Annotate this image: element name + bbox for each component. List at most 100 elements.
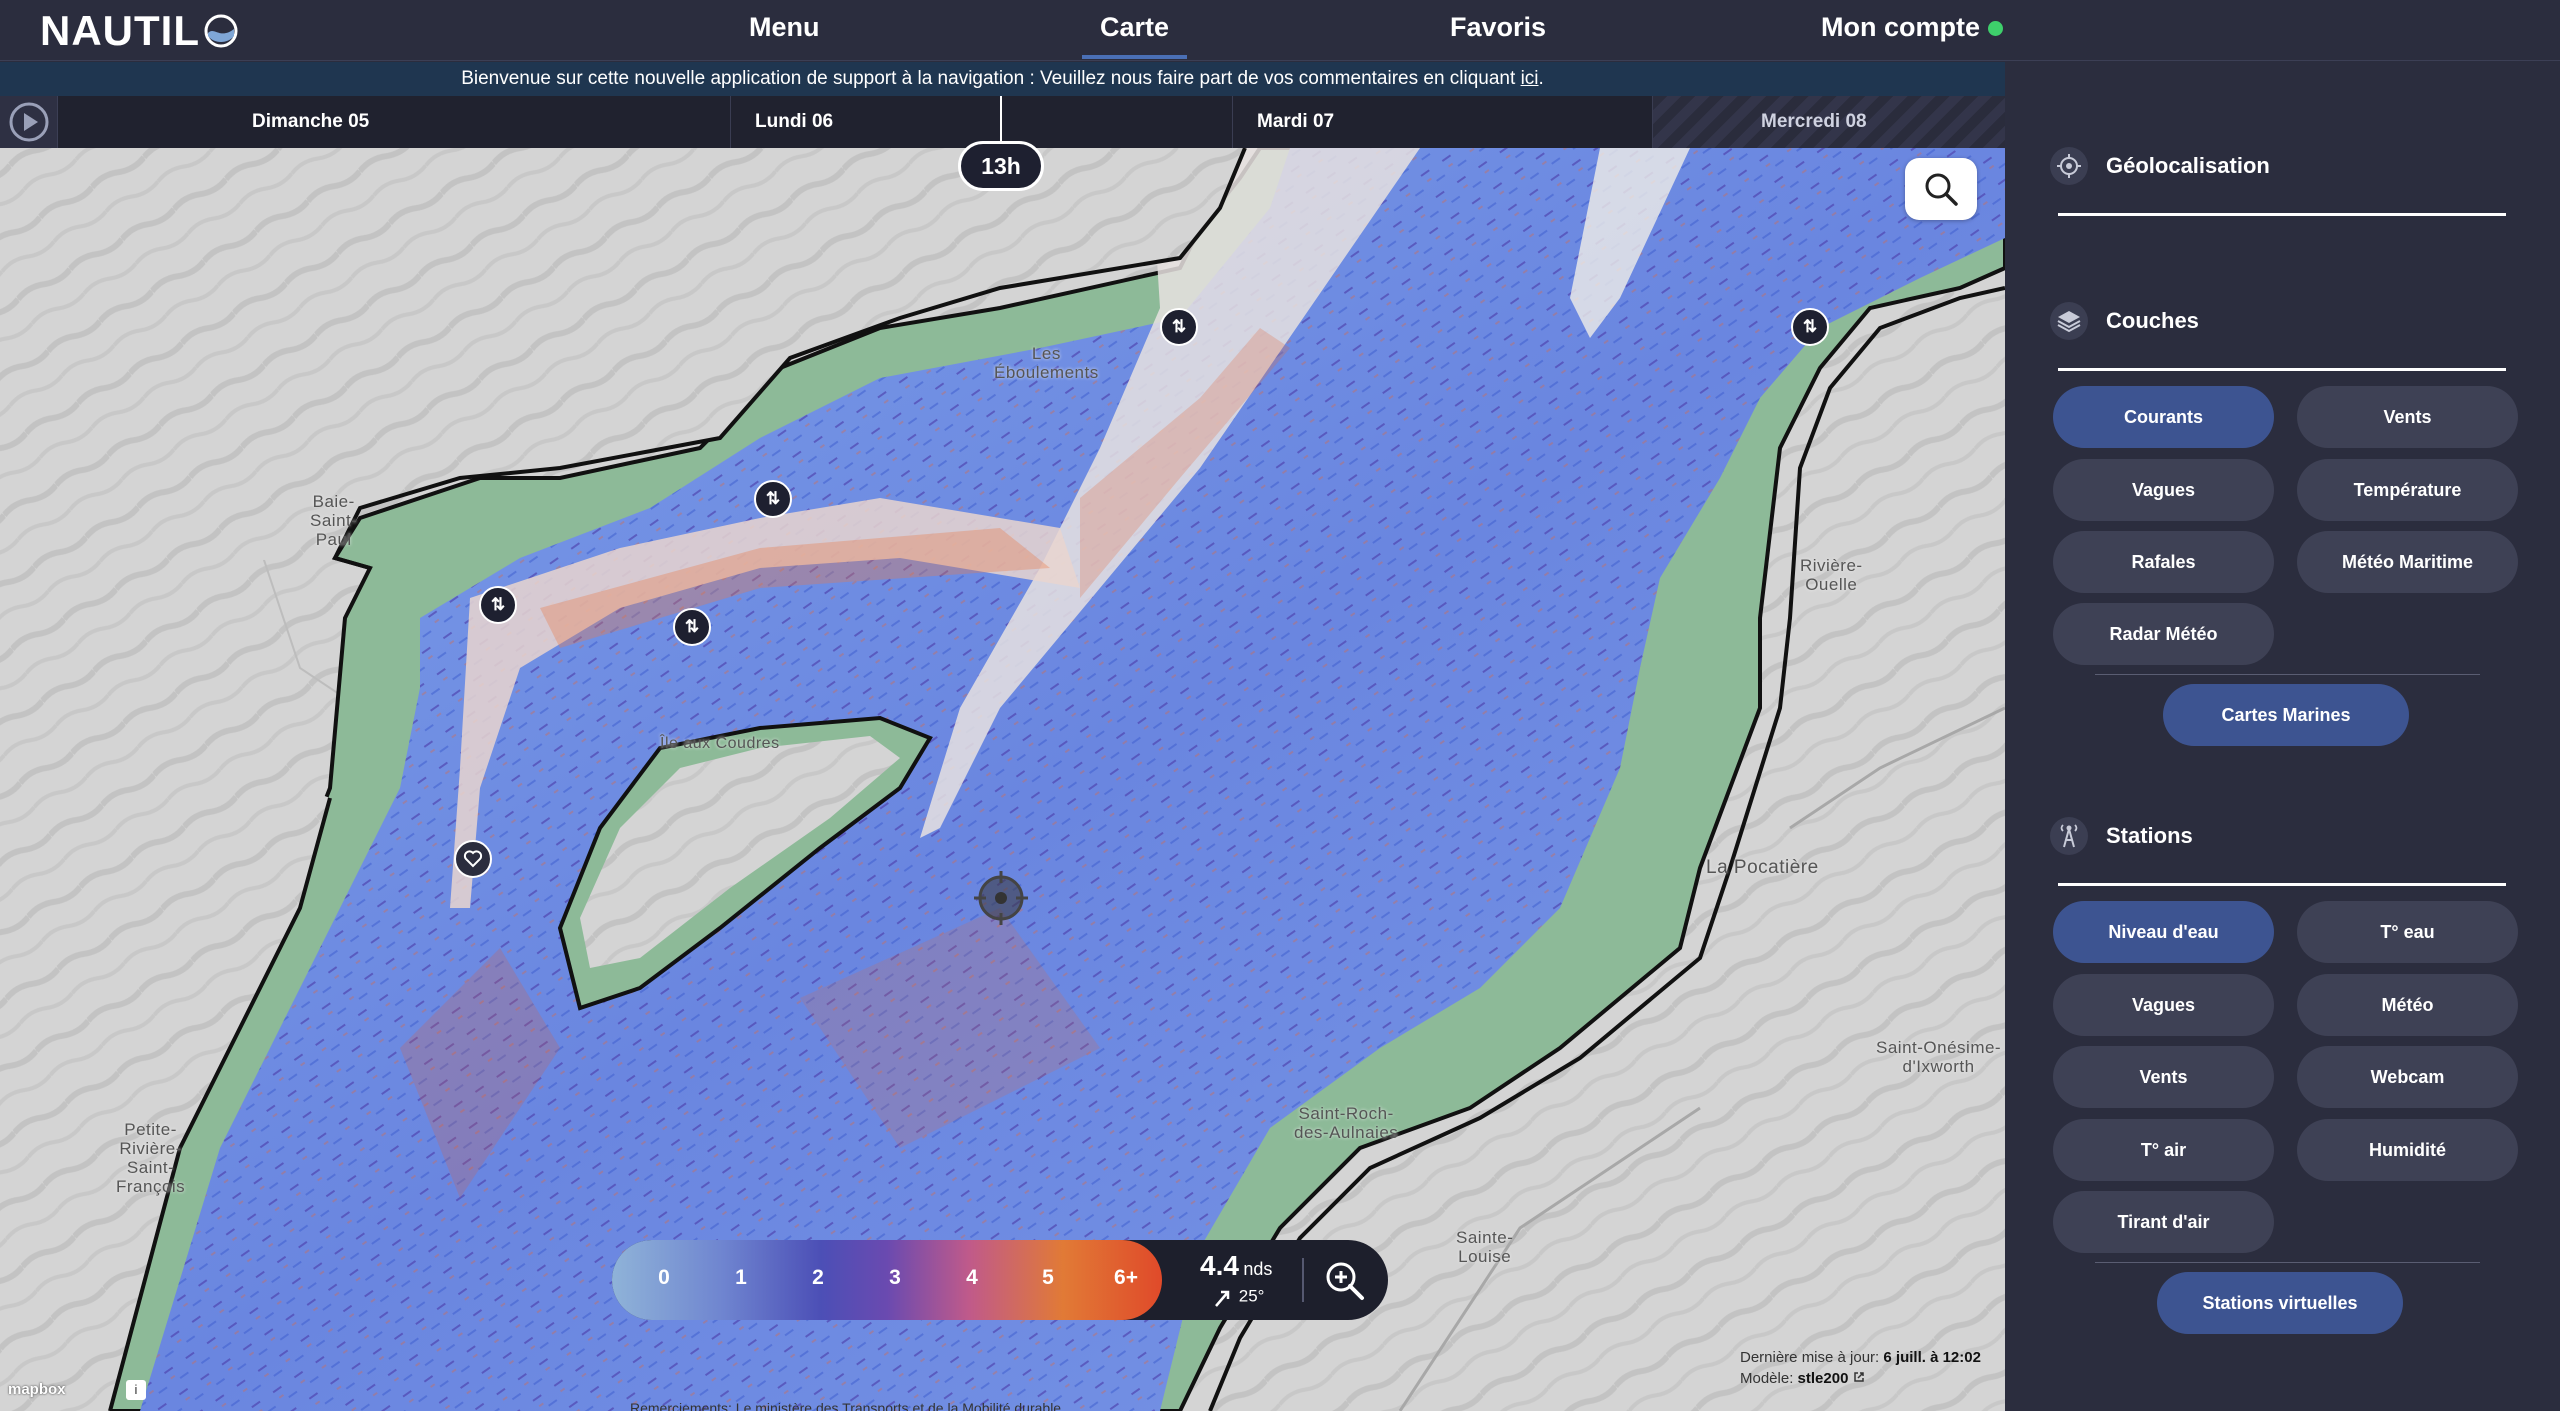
current-direction-value: 25°: [1238, 1286, 1265, 1306]
legend-value: 3: [889, 1266, 901, 1289]
station-tirant-air-button[interactable]: Tirant d'air: [2053, 1191, 2274, 1253]
place-sainte-louise: Sainte- Louise: [1456, 1228, 1514, 1266]
announcement-banner: Bienvenue sur cette nouvelle application…: [0, 62, 2005, 96]
online-status-dot: [1988, 21, 2003, 37]
stations-section-header: Stations: [2050, 817, 2193, 855]
tide-station-marker[interactable]: ⇅: [1791, 308, 1829, 346]
section-divider: [2058, 883, 2506, 886]
announcement-link[interactable]: ici: [1521, 68, 1539, 89]
last-update-value: 6 juill. à 12:02: [1883, 1349, 1981, 1366]
tide-station-marker[interactable]: ⇅: [479, 586, 517, 624]
current-direction: 25°: [1212, 1286, 1264, 1308]
current-speed-readout: 4.4 nds: [1200, 1250, 1272, 1282]
side-panel: Géolocalisation Couches Courants Vents V…: [2005, 62, 2560, 1411]
nav-favoris[interactable]: Favoris: [1450, 12, 1546, 55]
legend-value: 5: [1042, 1266, 1054, 1289]
nav-carte[interactable]: Carte: [1082, 12, 1188, 59]
section-divider: [2058, 213, 2506, 216]
announcement-text: Bienvenue sur cette nouvelle application…: [461, 68, 1521, 89]
crosshair-icon[interactable]: [974, 871, 1028, 925]
layer-vagues-button[interactable]: Vagues: [2053, 459, 2274, 521]
nav-mon-compte[interactable]: Mon compte: [1821, 12, 2003, 55]
model-value[interactable]: stle200: [1798, 1370, 1849, 1387]
model-label: Modèle:: [1740, 1370, 1794, 1387]
legend-separator: [1302, 1258, 1304, 1302]
favorite-marker[interactable]: [454, 840, 492, 878]
logo-wave-icon: [204, 14, 238, 48]
legend-value: 6+: [1114, 1266, 1138, 1289]
tide-weather-station-marker[interactable]: ⇅: [754, 480, 792, 518]
current-speed-unit: nds: [1243, 1259, 1273, 1279]
layer-temperature-button[interactable]: Température: [2297, 459, 2518, 521]
nav-mon-compte-label: Mon compte: [1821, 12, 1980, 42]
station-temp-air-button[interactable]: T° air: [2053, 1119, 2274, 1181]
station-meteo-button[interactable]: Météo: [2297, 974, 2518, 1036]
zoom-in-button[interactable]: [1318, 1254, 1370, 1306]
attribution-info-button[interactable]: i: [126, 1380, 146, 1400]
geolocation-section-header[interactable]: Géolocalisation: [2050, 147, 2270, 185]
current-speed-legend: 0 1 2 3 4 5 6+ 4.4 nds 25°: [612, 1240, 1388, 1320]
timeline-day-1[interactable]: Dimanche 05: [228, 96, 730, 148]
place-petite-riviere: Petite- Rivière- Saint- François: [116, 1120, 186, 1196]
place-saint-roch: Saint-Roch-des-Aulnaies: [1294, 1104, 1399, 1142]
station-vagues-button[interactable]: Vagues: [2053, 974, 2274, 1036]
logo[interactable]: NAUTIL: [40, 7, 238, 54]
last-update-label: Dernière mise à jour:: [1740, 1349, 1880, 1366]
layers-icon: [2050, 302, 2088, 340]
play-icon: [9, 102, 48, 142]
tide-station-marker[interactable]: ⇅: [1160, 308, 1198, 346]
logo-text: NAUTIL: [40, 7, 200, 54]
stations-title: Stations: [2106, 823, 2193, 848]
station-webcam-button[interactable]: Webcam: [2297, 1046, 2518, 1108]
station-niveau-eau-button[interactable]: Niveau d'eau: [2053, 901, 2274, 963]
current-speed-value: 4.4: [1200, 1250, 1239, 1281]
tide-station-marker[interactable]: ⇅: [673, 608, 711, 646]
top-bar: NAUTIL Menu Carte Favoris Mon compte: [0, 0, 2560, 61]
layer-meteo-maritime-button[interactable]: Météo Maritime: [2297, 531, 2518, 593]
layer-radar-meteo-button[interactable]: Radar Météo: [2053, 603, 2274, 665]
direction-arrow-icon: [1215, 1290, 1230, 1307]
place-les-eboulements: Les Éboulements: [994, 344, 1099, 382]
map-view[interactable]: Les Éboulements Baie- Saint- Paul Île aux C…: [0, 148, 2005, 1411]
location-target-icon: [2050, 147, 2088, 185]
station-vents-button[interactable]: Vents: [2053, 1046, 2274, 1108]
mapbox-logo[interactable]: mapbox: [8, 1381, 66, 1398]
timeline-day-3[interactable]: Mardi 07: [1232, 96, 1652, 148]
timeline-cursor-line: [1000, 96, 1002, 144]
layers-section-header: Couches: [2050, 302, 2199, 340]
place-la-pocatiere: La Pocatière: [1706, 857, 1819, 878]
map-canvas[interactable]: [0, 148, 2005, 1411]
last-update-info: Dernière mise à jour: 6 juill. à 12:02 M…: [1740, 1347, 2005, 1395]
place-baie-saint-paul: Baie- Saint- Paul: [310, 492, 358, 549]
place-saint-onesime: Saint-Onésime-d'Ixworth: [1876, 1038, 2002, 1076]
legend-value: 2: [812, 1266, 824, 1289]
timeline-day-4[interactable]: Mercredi 08: [1652, 96, 2005, 148]
search-icon: [1925, 173, 1958, 206]
station-humidite-button[interactable]: Humidité: [2297, 1119, 2518, 1181]
nav-menu[interactable]: Menu: [749, 12, 820, 55]
app-root: NAUTIL Menu Carte Favoris Mon compte Bie…: [0, 0, 2560, 1411]
map-search-button[interactable]: [1905, 158, 1977, 220]
legend-value: 1: [735, 1266, 747, 1289]
external-link-icon[interactable]: [1853, 1371, 1865, 1383]
station-tower-icon: [2050, 817, 2088, 855]
stations-virtuelles-button[interactable]: Stations virtuelles: [2157, 1272, 2403, 1334]
layers-title: Couches: [2106, 308, 2199, 333]
timeline-current-time[interactable]: 13h: [958, 141, 1044, 191]
cartes-marines-button[interactable]: Cartes Marines: [2163, 684, 2409, 746]
zoom-in-icon: [1326, 1262, 1364, 1300]
legend-value: 4: [966, 1266, 978, 1289]
geolocation-title: Géolocalisation: [2106, 153, 2270, 178]
section-divider: [2058, 368, 2506, 371]
layer-vents-button[interactable]: Vents: [2297, 386, 2518, 448]
announcement-end: .: [1538, 68, 1544, 89]
legend-value: 0: [658, 1266, 670, 1289]
heart-icon: [463, 850, 483, 868]
layer-rafales-button[interactable]: Rafales: [2053, 531, 2274, 593]
play-button[interactable]: [0, 96, 58, 148]
place-ile-aux-coudres: Île aux Coudres: [660, 735, 780, 752]
place-riviere-ouelle: Rivière- Ouelle: [1800, 556, 1863, 594]
station-temp-eau-button[interactable]: T° eau: [2297, 901, 2518, 963]
layer-courants-button[interactable]: Courants: [2053, 386, 2274, 448]
stations-divider: [2095, 1262, 2480, 1263]
